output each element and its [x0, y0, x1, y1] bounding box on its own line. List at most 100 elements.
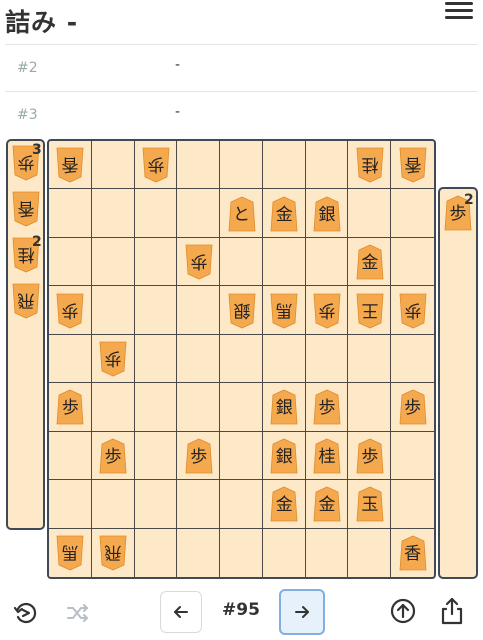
board-cell[interactable]: [305, 237, 349, 287]
board-cell[interactable]: [91, 237, 135, 287]
board-cell[interactable]: [348, 528, 392, 577]
shogi-piece[interactable]: 歩: [99, 341, 127, 377]
board-cell[interactable]: [91, 286, 135, 335]
board-cell[interactable]: [220, 334, 263, 384]
shogi-piece[interactable]: 金: [270, 196, 298, 232]
board-cell[interactable]: [220, 383, 263, 432]
shogi-piece[interactable]: 飛: [99, 535, 127, 571]
shogi-piece[interactable]: 桂: [356, 147, 384, 183]
shogi-piece[interactable]: 歩: [56, 293, 84, 329]
board-cell[interactable]: [177, 141, 221, 190]
share-icon[interactable]: [435, 593, 469, 629]
shogi-piece[interactable]: 銀: [228, 293, 256, 329]
board-cell[interactable]: [134, 383, 178, 432]
piece-label: 歩: [190, 251, 208, 272]
piece-label: 桂: [318, 446, 336, 467]
shogi-piece[interactable]: 馬: [270, 293, 298, 329]
piece-label: 香: [404, 543, 422, 564]
shogi-piece[interactable]: 歩: [56, 389, 84, 425]
board-cell[interactable]: [91, 383, 135, 432]
shogi-piece[interactable]: 歩: [313, 389, 341, 425]
shogi-piece[interactable]: 金: [270, 486, 298, 522]
board-cell[interactable]: [177, 528, 221, 577]
board-cell[interactable]: [49, 334, 92, 384]
board-cell[interactable]: [134, 334, 178, 384]
board-cell[interactable]: [134, 431, 178, 481]
board-cell[interactable]: [177, 383, 221, 432]
board-cell[interactable]: [91, 480, 135, 529]
shogi-piece[interactable]: 歩: [185, 244, 213, 280]
shogi-piece[interactable]: 金: [356, 244, 384, 280]
board-cell[interactable]: [135, 528, 178, 577]
board-cell[interactable]: [262, 237, 306, 287]
shogi-piece[interactable]: 歩: [356, 438, 384, 474]
next-move-button[interactable]: [279, 589, 325, 635]
board-cell[interactable]: [177, 189, 221, 238]
board-cell[interactable]: [262, 334, 306, 384]
board-cell[interactable]: [348, 189, 392, 238]
move-row[interactable]: #2 -: [5, 44, 478, 91]
board-cell[interactable]: [262, 141, 306, 190]
shogi-piece[interactable]: 銀: [313, 196, 341, 232]
shogi-piece[interactable]: 銀: [270, 389, 298, 425]
shogi-board[interactable]: 香歩桂香と金銀歩金歩銀馬歩王歩歩歩銀歩歩歩歩銀桂歩金金玉馬飛香: [47, 139, 436, 579]
board-cell[interactable]: [49, 431, 92, 481]
board-cell[interactable]: [348, 383, 392, 432]
board-cell[interactable]: [177, 480, 221, 529]
flip-board-icon[interactable]: [8, 595, 44, 631]
shogi-piece[interactable]: 歩: [399, 293, 427, 329]
board-cell[interactable]: [391, 335, 434, 384]
board-cell[interactable]: [220, 528, 263, 577]
board-cell[interactable]: [134, 286, 178, 335]
shogi-piece[interactable]: 歩: [185, 438, 213, 474]
shogi-piece[interactable]: 香: [399, 535, 427, 571]
board-cell[interactable]: [220, 480, 263, 529]
hand-piece[interactable]: 飛: [12, 283, 40, 319]
board-cell[interactable]: [49, 480, 92, 529]
board-cell[interactable]: [91, 141, 135, 190]
shogi-piece[interactable]: 銀: [270, 438, 298, 474]
move-row[interactable]: #3 -: [5, 91, 478, 138]
shogi-piece[interactable]: 歩: [399, 389, 427, 425]
board-cell[interactable]: [220, 141, 263, 190]
shogi-piece[interactable]: 桂: [313, 438, 341, 474]
board-cell[interactable]: [391, 432, 434, 481]
board-cell[interactable]: [134, 189, 178, 238]
hand-piece[interactable]: 香: [12, 191, 40, 227]
board-cell[interactable]: [391, 238, 434, 287]
board-cell[interactable]: [134, 237, 178, 287]
shogi-piece[interactable]: 歩: [142, 147, 170, 183]
board-cell[interactable]: [391, 480, 434, 529]
board-cell[interactable]: [177, 286, 221, 335]
board-cell[interactable]: [220, 237, 263, 287]
board-cell[interactable]: [263, 528, 306, 577]
board-cell[interactable]: [220, 431, 263, 481]
piece-label: 歩: [61, 398, 79, 419]
shogi-piece[interactable]: 香: [399, 147, 427, 183]
shogi-piece[interactable]: 玉: [356, 486, 384, 522]
arrow-up-circle-icon[interactable]: [386, 594, 420, 628]
board-cell[interactable]: [134, 480, 178, 529]
board-cell[interactable]: [305, 141, 349, 190]
board-cell[interactable]: [91, 189, 135, 238]
shogi-piece[interactable]: 歩: [313, 293, 341, 329]
board-cell[interactable]: [49, 189, 92, 238]
sente-hand: 歩2: [438, 187, 478, 579]
board-cell[interactable]: [306, 528, 349, 577]
shogi-piece[interactable]: 金: [313, 486, 341, 522]
shogi-piece[interactable]: 馬: [56, 535, 84, 571]
shogi-piece[interactable]: 歩: [99, 438, 127, 474]
previous-move-button[interactable]: [160, 591, 202, 633]
piece-label: 金: [275, 495, 293, 516]
shogi-piece[interactable]: と: [228, 196, 256, 232]
board-cell[interactable]: [348, 334, 392, 384]
shogi-piece[interactable]: 王: [356, 293, 384, 329]
board-cell[interactable]: [391, 189, 434, 238]
menu-icon[interactable]: [443, 0, 475, 22]
piece-label: 金: [361, 253, 379, 274]
board-cell[interactable]: [49, 237, 92, 287]
piece-label: 金: [318, 495, 336, 516]
shogi-piece[interactable]: 香: [56, 147, 84, 183]
board-cell[interactable]: [305, 334, 349, 384]
board-cell[interactable]: [177, 334, 221, 384]
